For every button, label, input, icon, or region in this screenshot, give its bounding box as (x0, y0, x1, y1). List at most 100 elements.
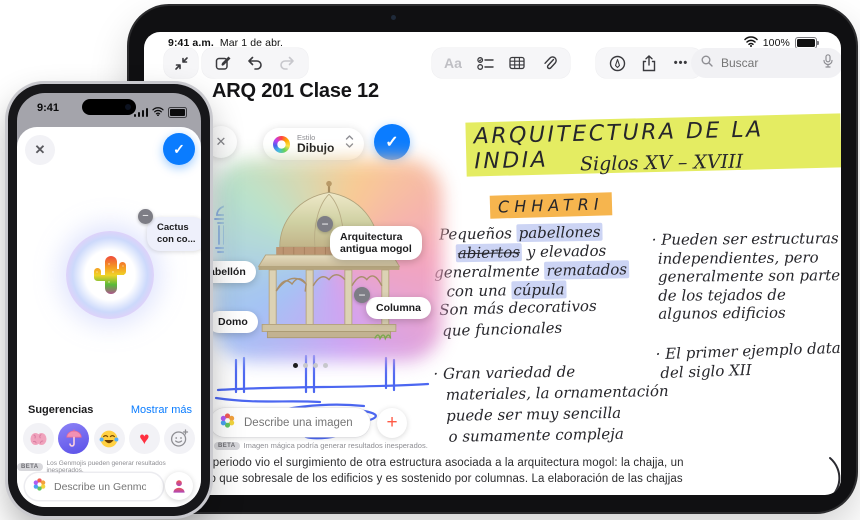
front-camera (125, 104, 131, 110)
hand-text: · Pueden ser estructuras (652, 229, 840, 249)
highlighted-word: rematados (544, 260, 629, 279)
checklist-icon[interactable] (476, 54, 494, 72)
accept-genmoji-button[interactable]: ✓ (163, 133, 195, 165)
plus-icon: + (386, 412, 397, 434)
tag-text: con co... (157, 234, 196, 245)
genmoji-bubble (66, 231, 154, 319)
person-genmoji-button[interactable] (165, 472, 193, 500)
undo-icon[interactable] (246, 54, 264, 72)
style-picker[interactable]: Estilo Dibujo (263, 128, 364, 160)
remove-genmoji-tag-button[interactable]: − (138, 209, 153, 224)
battery-icon (168, 107, 187, 118)
toolbar-edit-group (202, 48, 308, 78)
beta-text: Los Genmojis pueden generar resultados i… (47, 460, 202, 474)
close-icon: ✕ (216, 134, 227, 150)
remove-tag-button[interactable]: − (317, 216, 333, 232)
suggestions-title: Sugerencias (28, 404, 93, 416)
handwritten-subtitle: Siglos XV – XVIII (580, 151, 744, 176)
toolbar-tools-group: ••• (596, 48, 702, 78)
minus-icon: − (142, 211, 148, 222)
close-icon: ✕ (35, 142, 46, 158)
style-label: Estilo (297, 134, 334, 142)
note-title: ARQ 201 Clase 12 (212, 80, 379, 103)
iphone-time: 9:41 (37, 102, 59, 114)
image-prompt-field[interactable] (210, 408, 370, 437)
search-field[interactable] (691, 48, 841, 78)
more-menu-button[interactable]: ••• (672, 54, 690, 72)
hand-text: · Pequeños (429, 224, 516, 244)
tag-domo[interactable]: Domo (208, 311, 258, 333)
genmoji-tag[interactable]: Cactus con co... (147, 217, 201, 251)
notes-left-col-2: · Son más decorativos que funcionales (429, 296, 597, 342)
mic-icon[interactable] (823, 54, 833, 73)
style-wheel-icon (273, 136, 290, 153)
genmoji-sheet: ✕ ✓ (17, 127, 201, 507)
check-icon: ✓ (385, 132, 398, 152)
pager-dot-active[interactable] (293, 363, 298, 368)
tag-arquitectura[interactable]: Arquitectura antigua mogol (330, 226, 422, 260)
beta-badge: BETA (214, 442, 240, 450)
hand-text: algunos edificios (658, 303, 840, 323)
hand-text: generalmente (434, 262, 545, 282)
paragraph-line: do que sobresale de los edificios y es s… (203, 472, 841, 488)
image-pager[interactable] (293, 363, 328, 368)
cellular-icon (134, 108, 149, 117)
paperclip-icon[interactable] (540, 54, 558, 72)
iphone-device: 9:41 ✕ ✓ (8, 84, 210, 516)
ipad-camera (391, 15, 396, 20)
minus-icon: − (321, 218, 328, 230)
iphone-beta-disclaimer: BETA Los Genmojis pueden generar resulta… (17, 460, 201, 474)
hand-text: y elevados (522, 242, 607, 261)
image-prompt-input[interactable] (242, 416, 358, 430)
text-style-button[interactable]: Aa (444, 54, 462, 72)
compose-icon[interactable] (214, 54, 232, 72)
table-icon[interactable] (508, 54, 526, 72)
genmoji-prompt-field[interactable] (25, 473, 163, 500)
search-input[interactable] (719, 55, 809, 71)
laughing-emoji[interactable] (94, 423, 125, 454)
beta-badge: BETA (17, 463, 43, 471)
add-image-button[interactable]: + (377, 408, 407, 438)
markup-pen-icon[interactable] (608, 54, 626, 72)
hand-text: que funcionales (442, 317, 597, 342)
emoji-suggestions-row: ♥ (17, 423, 201, 454)
tag-columna[interactable]: Columna (366, 297, 431, 319)
notes-right-col-1: · Pueden ser estructuras independientes,… (652, 229, 841, 323)
toolbar-format-group: Aa (432, 48, 570, 78)
hand-text: generalmente son parte (658, 266, 840, 286)
hand-text: · Son más decorativos (429, 296, 596, 321)
style-value: Dibujo (297, 142, 334, 154)
chevron-up-down-icon (345, 135, 354, 153)
iphone-status-icons (134, 103, 188, 121)
brain-emoji[interactable] (23, 423, 54, 454)
notes-right-col-2: · El primer ejemplo data del siglo XII (655, 339, 841, 382)
shrink-arrows-icon[interactable] (172, 54, 190, 72)
dynamic-island (82, 99, 136, 115)
heart-emoji[interactable]: ♥ (129, 423, 160, 454)
search-icon (701, 54, 713, 72)
remove-tag-button[interactable]: − (354, 287, 370, 303)
notes-left-col-1: · Pequeños pabellones abiertos y elevado… (429, 222, 629, 301)
hand-text: materiales, la ornamentación (446, 381, 669, 406)
genmoji-prompt-input[interactable] (52, 480, 148, 494)
show-more-link[interactable]: Mostrar más (131, 404, 192, 416)
heart-glyph: ♥ (139, 430, 149, 447)
pager-dot[interactable] (313, 363, 318, 368)
chhatri-illustration (241, 178, 417, 346)
share-icon[interactable] (640, 54, 658, 72)
genmoji-wand-icon (33, 478, 46, 496)
redo-icon[interactable] (278, 54, 296, 72)
accept-generation-button[interactable]: ✓ (374, 124, 410, 160)
pager-dot[interactable] (303, 363, 308, 368)
umbrella-genmoji[interactable] (58, 423, 89, 454)
pager-dot[interactable] (323, 363, 328, 368)
add-genmoji-icon[interactable] (164, 423, 195, 454)
highlighted-word: pabellones (516, 223, 602, 242)
ipad-device: 9:41 a.m. Mar 1 de abr. 100% Aa (129, 6, 856, 512)
toolbar-left-collapse (164, 48, 198, 78)
hand-text: o sumamente compleja (448, 423, 669, 448)
close-sheet-button[interactable]: ✕ (25, 135, 55, 165)
wifi-icon (152, 103, 164, 121)
hand-text: independientes, pero (658, 248, 840, 268)
handwritten-section: CHHATRI (490, 194, 612, 217)
